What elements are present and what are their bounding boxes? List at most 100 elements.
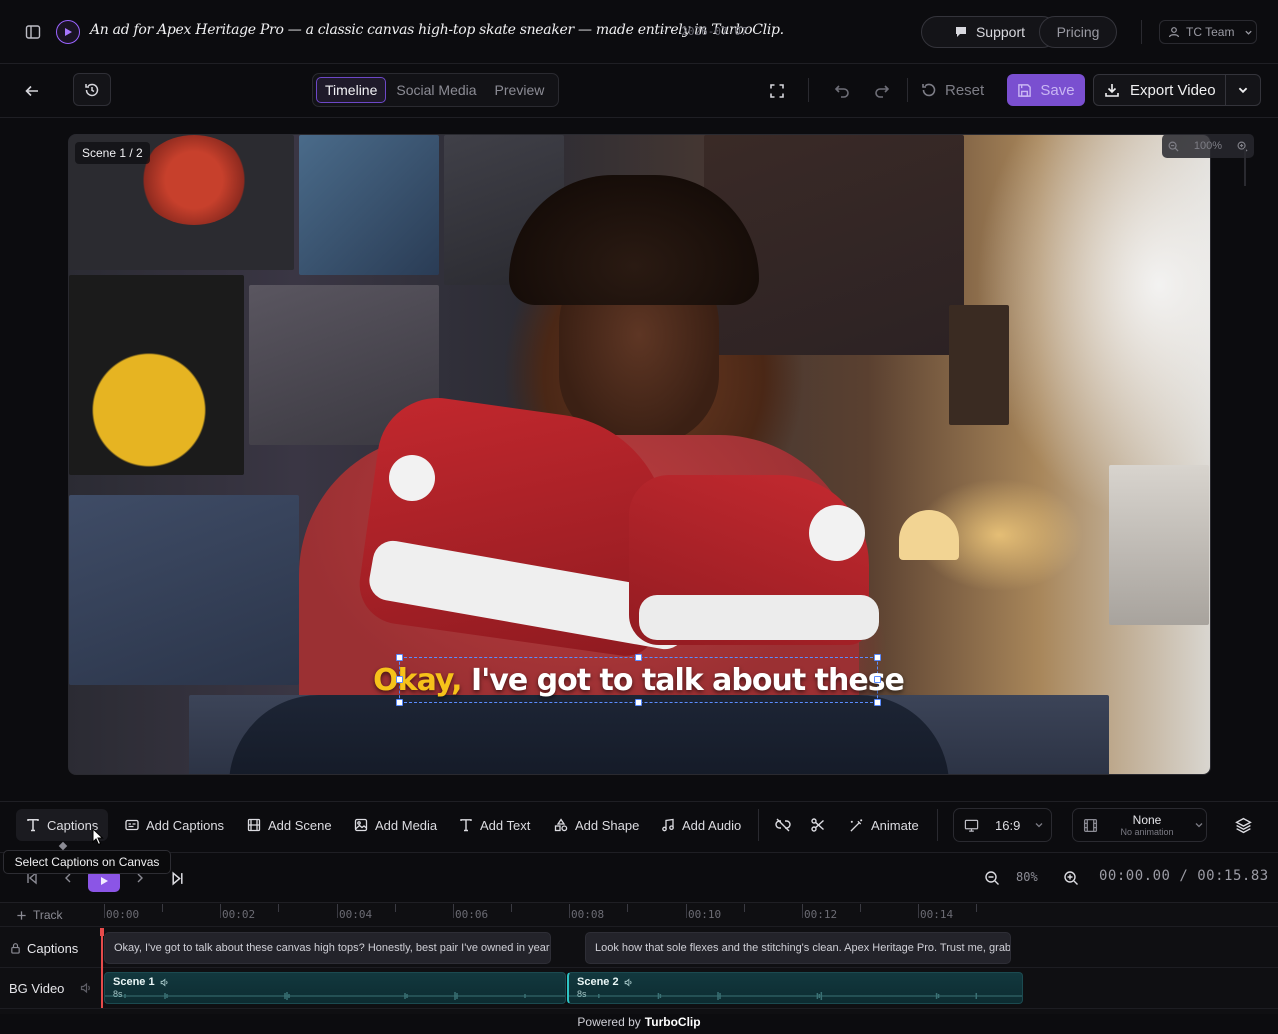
captions-tooltip: Select Captions on Canvas [3, 850, 171, 874]
animate-label: Animate [871, 817, 919, 833]
tab-preview[interactable]: Preview [487, 77, 553, 103]
canvas-zoom-control[interactable]: 100% [1162, 134, 1254, 158]
total-time: 00:15.83 [1197, 868, 1269, 884]
zoom-out-icon[interactable] [1168, 141, 1179, 152]
lock-icon[interactable] [10, 942, 21, 954]
resize-handle[interactable] [396, 699, 403, 706]
row-divider [0, 926, 1278, 927]
zoom-out-icon[interactable] [983, 869, 1001, 887]
ruler-label: 00:10 [688, 908, 722, 921]
aspect-ratio-select[interactable]: 16:9 [953, 808, 1052, 842]
scene-badge: Scene 1 / 2 [75, 142, 150, 164]
music-icon [661, 818, 675, 832]
ruler-label: 00:14 [920, 908, 954, 921]
text-icon [26, 818, 40, 832]
volume-icon[interactable] [80, 982, 92, 994]
ruler-tick [976, 904, 977, 912]
save-button[interactable]: Save [1007, 74, 1085, 106]
users-icon [1168, 26, 1180, 38]
resize-handle[interactable] [874, 654, 881, 661]
caption-text[interactable]: Okay, I've got to talk about these [373, 663, 905, 698]
playhead-handle[interactable] [100, 928, 104, 936]
resize-handle[interactable] [396, 676, 403, 683]
sidebar-toggle-icon[interactable] [24, 23, 42, 41]
zoom-in-icon[interactable] [1237, 141, 1248, 152]
sneaker-patch-image [389, 455, 435, 501]
film-icon [1083, 818, 1098, 833]
undo-icon[interactable] [832, 81, 852, 101]
sneaker-patch-image [809, 505, 865, 561]
resize-handle[interactable] [396, 654, 403, 661]
canvas-zoom-level: 100% [1193, 140, 1223, 152]
chevron-down-icon [1194, 820, 1204, 830]
add-shape-button[interactable]: Add Shape [554, 809, 639, 841]
add-scene-button[interactable]: Add Scene [247, 809, 332, 841]
tab-timeline[interactable]: Timeline [316, 77, 387, 103]
tab-social-media[interactable]: Social Media [388, 77, 484, 103]
tools-divider [758, 809, 759, 841]
add-media-button[interactable]: Add Media [354, 809, 437, 841]
animation-select[interactable]: None No animation [1072, 808, 1207, 842]
ruler-tick [395, 904, 396, 912]
brand-play-icon[interactable] [56, 20, 80, 44]
add-track-button[interactable]: Track [0, 905, 100, 925]
download-icon [1104, 82, 1120, 98]
resize-handle[interactable] [635, 654, 642, 661]
poster-image [139, 135, 249, 225]
ruler-tick [104, 904, 105, 918]
caption-clip[interactable]: Okay, I've got to talk about these canva… [104, 932, 551, 964]
team-label: TC Team [1186, 25, 1235, 39]
playhead[interactable] [101, 928, 103, 1008]
captions-icon [125, 818, 139, 832]
transport-bar [0, 852, 1278, 902]
project-date: · 2026-07-07 [660, 25, 747, 38]
date-value: 2026-07-07 [681, 25, 748, 38]
layers-button[interactable] [1235, 809, 1252, 841]
ruler-tick [802, 904, 803, 918]
resize-handle[interactable] [874, 676, 881, 683]
team-switcher[interactable]: TC Team [1159, 20, 1257, 44]
add-scene-label: Add Scene [268, 817, 332, 833]
date-separator: · [660, 25, 667, 38]
arrow-left-icon[interactable] [20, 79, 44, 103]
pricing-button[interactable]: Pricing [1039, 16, 1117, 48]
zoom-in-icon[interactable] [1062, 869, 1080, 887]
resize-handle[interactable] [874, 699, 881, 706]
captions-track-header[interactable]: Captions [0, 937, 100, 959]
ruler-label: 00:08 [571, 908, 605, 921]
editor-toolbar [0, 64, 1278, 118]
add-audio-button[interactable]: Add Audio [661, 809, 741, 841]
split-button[interactable] [810, 809, 826, 841]
boxes-image [1109, 465, 1209, 625]
export-video-button[interactable]: Export Video [1094, 75, 1226, 105]
video-clip[interactable]: Scene 2 8s [567, 972, 1023, 1004]
chevron-down-icon [1237, 84, 1249, 96]
pillow-image [69, 495, 299, 685]
footer-brand: TurboClip [644, 1015, 701, 1029]
reset-button[interactable]: Reset [921, 74, 984, 106]
animate-button[interactable]: Animate [849, 809, 919, 841]
caption-clip[interactable]: Look how that sole flexes and the stitch… [585, 932, 1011, 964]
export-label: Export Video [1130, 81, 1216, 99]
unlink-button[interactable] [775, 809, 791, 841]
skip-forward-icon[interactable] [168, 869, 186, 887]
export-options-button[interactable] [1226, 84, 1260, 96]
caption-selection[interactable]: Okay, I've got to talk about these [373, 654, 905, 706]
captions-tool-label: Captions [47, 817, 99, 833]
video-track-header[interactable]: BG Video [0, 977, 100, 999]
add-captions-button[interactable]: Add Captions [125, 809, 224, 841]
text-icon [459, 818, 473, 832]
poster-image [299, 135, 439, 275]
resize-handle[interactable] [635, 699, 642, 706]
add-text-button[interactable]: Add Text [459, 809, 530, 841]
history-icon[interactable] [73, 73, 111, 106]
sneaker-right-sole-image [639, 595, 879, 640]
chevron-down-icon [1244, 28, 1253, 37]
support-button[interactable]: Support [921, 16, 1058, 48]
fullscreen-icon[interactable] [766, 80, 788, 102]
row-divider [0, 1008, 1278, 1009]
canvas-zoom-slider[interactable] [1244, 148, 1246, 186]
redo-icon[interactable] [872, 81, 892, 101]
video-clip[interactable]: Scene 1 8s [104, 972, 566, 1004]
ruler-tick [627, 904, 628, 912]
